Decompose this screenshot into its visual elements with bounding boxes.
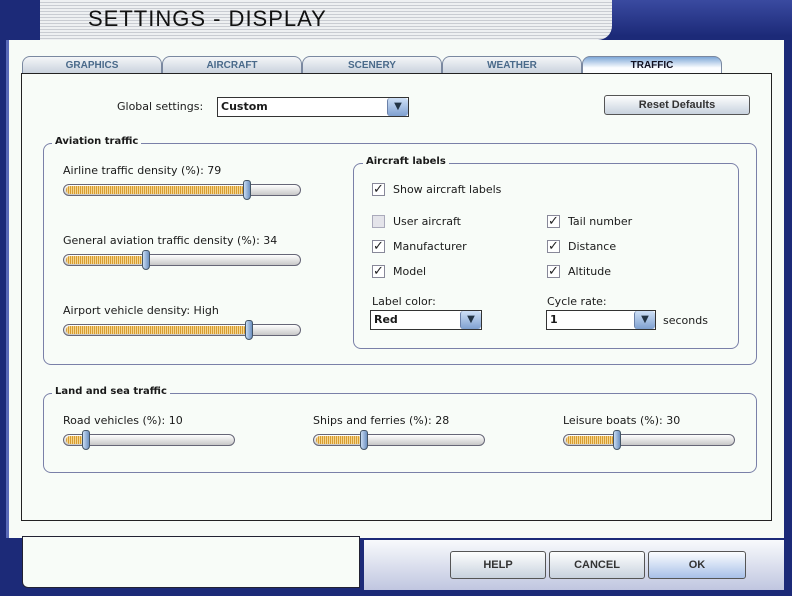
- slider-thumb[interactable]: [245, 320, 253, 340]
- show-labels-label: Show aircraft labels: [393, 183, 502, 196]
- cycle-rate-label: Cycle rate:: [547, 295, 607, 308]
- chevron-down-icon[interactable]: ▼: [460, 311, 481, 329]
- slider-label: Airline traffic density (%): 79: [63, 164, 222, 177]
- tab-scenery[interactable]: SCENERY: [302, 56, 442, 74]
- slider-thumb[interactable]: [613, 430, 621, 450]
- label-color-label: Label color:: [372, 295, 436, 308]
- slider-label: Road vehicles (%): 10: [63, 414, 183, 427]
- slider-track[interactable]: [563, 430, 735, 450]
- tab-aircraft[interactable]: AIRCRAFT: [162, 56, 302, 74]
- label-checkbox[interactable]: [372, 215, 385, 228]
- slider-fill: [316, 436, 362, 444]
- global-settings-label: Global settings:: [117, 100, 204, 113]
- label-checkbox[interactable]: ✓: [372, 240, 385, 253]
- label-checkbox-label: Manufacturer: [393, 240, 467, 253]
- slider-track[interactable]: [313, 430, 485, 450]
- chevron-down-icon[interactable]: ▼: [387, 98, 408, 116]
- slider-fill: [566, 436, 615, 444]
- slider-track[interactable]: [63, 180, 301, 200]
- aviation-traffic-title: Aviation traffic: [52, 136, 142, 147]
- show-labels-checkbox[interactable]: ✓: [372, 183, 385, 196]
- land-sea-traffic-title: Land and sea traffic: [52, 386, 170, 397]
- label-checkbox[interactable]: ✓: [547, 265, 560, 278]
- tab-weather[interactable]: WEATHER: [442, 56, 582, 74]
- slider-label: Airport vehicle density: High: [63, 304, 219, 317]
- slider-label: Leisure boats (%): 30: [563, 414, 681, 427]
- label-checkbox-label: Tail number: [568, 215, 633, 228]
- slider-track[interactable]: [63, 430, 235, 450]
- cycle-rate-value: 1: [550, 313, 558, 326]
- slider-thumb[interactable]: [82, 430, 90, 450]
- label-checkbox-label: Model: [393, 265, 427, 278]
- slider-label: General aviation traffic density (%): 34: [63, 234, 278, 247]
- slider-track[interactable]: [63, 320, 301, 340]
- label-checkbox-label: User aircraft: [393, 215, 461, 228]
- status-area: [22, 536, 360, 588]
- slider-label: Ships and ferries (%): 28: [313, 414, 450, 427]
- slider-thumb[interactable]: [142, 250, 150, 270]
- global-settings-value: Custom: [221, 100, 268, 113]
- slider-fill: [66, 186, 245, 194]
- help-button[interactable]: HELP: [450, 551, 546, 579]
- slider-fill: [66, 326, 247, 334]
- window-frame: [612, 0, 792, 36]
- label-checkbox[interactable]: ✓: [547, 215, 560, 228]
- reset-defaults-button[interactable]: Reset Defaults: [604, 95, 750, 115]
- global-settings-dropdown[interactable]: Custom ▼: [217, 97, 409, 117]
- cycle-rate-dropdown[interactable]: 1 ▼: [546, 310, 656, 330]
- label-color-dropdown[interactable]: Red ▼: [370, 310, 482, 330]
- slider-thumb[interactable]: [360, 430, 368, 450]
- land-sea-traffic-group: [43, 393, 757, 473]
- slider-track[interactable]: [63, 250, 301, 270]
- ok-button[interactable]: OK: [648, 551, 746, 579]
- window-title: SETTINGS - DISPLAY: [88, 6, 327, 31]
- cancel-button[interactable]: CANCEL: [549, 551, 645, 579]
- slider-thumb[interactable]: [243, 180, 251, 200]
- slider-fill: [66, 256, 144, 264]
- cycle-rate-unit: seconds: [663, 314, 708, 327]
- aircraft-labels-title: Aircraft labels: [363, 156, 449, 167]
- label-checkbox-label: Distance: [568, 240, 617, 253]
- tab-graphics[interactable]: GRAPHICS: [22, 56, 162, 74]
- chevron-down-icon[interactable]: ▼: [634, 311, 655, 329]
- label-color-value: Red: [374, 313, 398, 326]
- label-checkbox[interactable]: ✓: [547, 240, 560, 253]
- label-checkbox[interactable]: ✓: [372, 265, 385, 278]
- label-checkbox-label: Altitude: [568, 265, 611, 278]
